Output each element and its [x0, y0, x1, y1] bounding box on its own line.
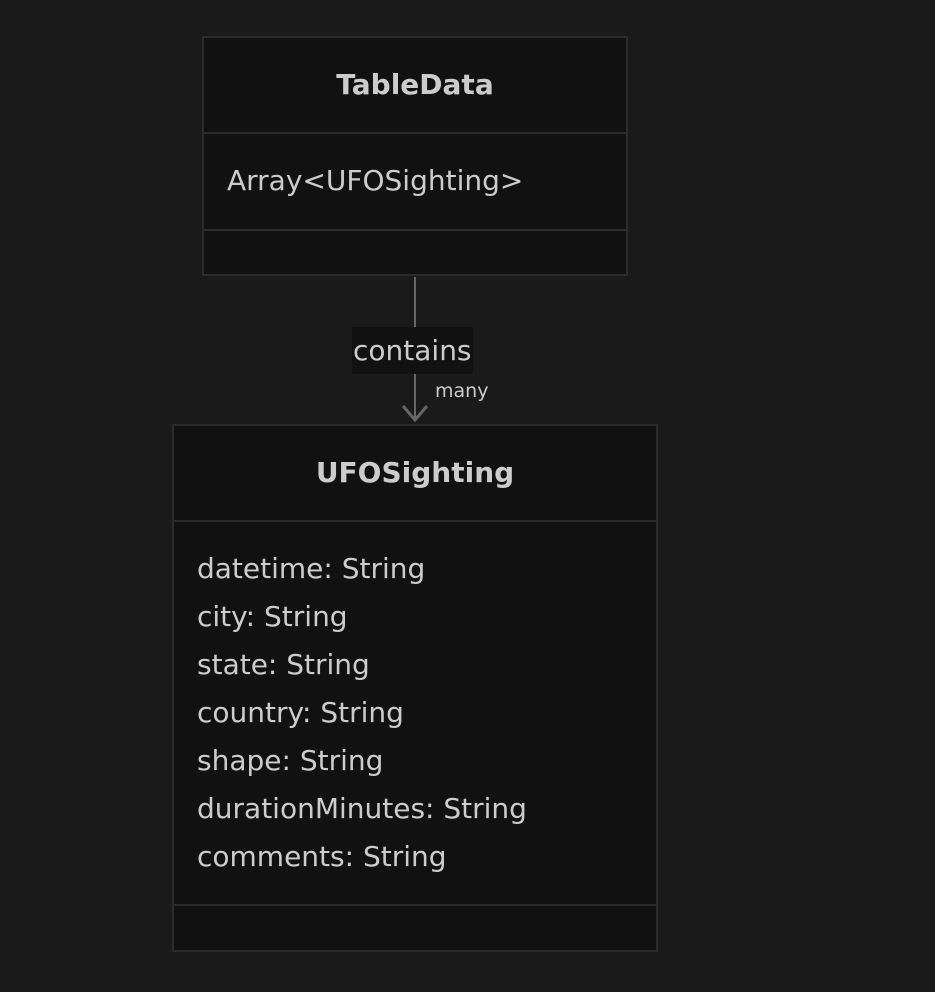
cardinality-label: many [435, 380, 489, 402]
relation-label: contains [352, 327, 473, 374]
members-section: datetime: String city: String state: Str… [174, 520, 656, 906]
member: country: String [197, 696, 404, 729]
methods-section [174, 904, 656, 952]
member: shape: String [197, 744, 384, 777]
member: comments: String [197, 840, 447, 873]
member: durationMinutes: String [197, 792, 527, 825]
member: datetime: String [197, 552, 426, 585]
member: city: String [197, 600, 348, 633]
member: state: String [197, 648, 370, 681]
class-ufosighting[interactable]: UFOSighting datetime: String city: Strin… [172, 424, 658, 952]
class-tabledata[interactable]: TableData Array<UFOSighting> [202, 36, 628, 276]
members-section: Array<UFOSighting> [204, 132, 626, 229]
class-title: TableData [336, 68, 494, 101]
class-title: UFOSighting [315, 456, 515, 489]
methods-section [204, 229, 626, 276]
member: Array<UFOSighting> [227, 164, 524, 197]
